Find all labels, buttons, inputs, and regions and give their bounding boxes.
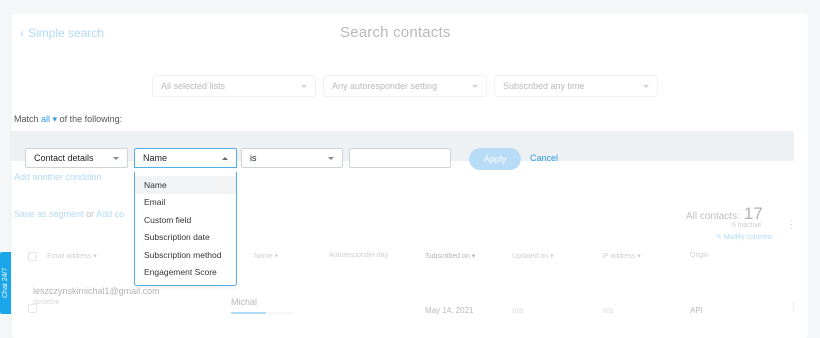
- column-email-label: Email address: [47, 253, 92, 260]
- chevron-down-icon: [472, 84, 478, 88]
- modify-columns-label: Modify columns: [723, 234, 773, 241]
- engagement-bar-fill: [231, 312, 267, 314]
- subscribed-filter[interactable]: Subscribed any time: [494, 75, 658, 97]
- dropdown-option-custom-field[interactable]: Custom field: [135, 211, 236, 229]
- chevron-down-icon: [301, 84, 307, 88]
- chevron-down-icon: [113, 156, 119, 160]
- chat-label: Chat 24/7: [2, 267, 9, 299]
- column-subscribed[interactable]: Subscribed on ▾: [425, 252, 475, 260]
- row-name: Michal: [231, 297, 258, 307]
- chevron-up-icon: [222, 156, 228, 160]
- match-suffix: of the following:: [59, 114, 123, 124]
- field-select[interactable]: Name: [134, 148, 237, 168]
- segment-actions: Save as segment or Add co: [14, 209, 124, 219]
- row-email[interactable]: leszczynskimichal1@gmail.com: [33, 286, 160, 296]
- simple-search-label: Simple search: [28, 26, 105, 40]
- lists-filter[interactable]: All selected lists: [152, 75, 316, 97]
- match-prefix: Match: [14, 114, 39, 124]
- column-origin[interactable]: Origin: [690, 252, 709, 259]
- operator-label: is: [250, 153, 257, 163]
- field-group-label: Contact details: [34, 153, 94, 163]
- modify-columns-link[interactable]: ✎ Modify columns: [716, 233, 772, 241]
- autoresponder-filter[interactable]: Any autoresponder setting: [323, 75, 487, 97]
- column-subscribed-label: Subscribed on: [425, 253, 470, 260]
- field-label: Name: [143, 153, 168, 163]
- cancel-button[interactable]: Cancel: [530, 153, 558, 163]
- column-name-label: Name: [254, 253, 273, 260]
- inactive-count: 6 inactive: [732, 222, 762, 229]
- dropdown-option-email[interactable]: Email: [135, 194, 236, 212]
- row-actions-icon[interactable]: ⋮: [788, 302, 799, 313]
- row-ip: n/a: [602, 306, 614, 315]
- engagement-bar: [231, 312, 295, 314]
- column-updated-label: Updated on: [512, 253, 549, 260]
- row-subscribed: May 14, 2021: [425, 306, 474, 315]
- pencil-icon: ✎: [716, 234, 722, 241]
- chevron-left-icon: ‹: [20, 26, 24, 40]
- more-options-icon[interactable]: ⋮: [786, 220, 797, 231]
- lists-filter-label: All selected lists: [161, 81, 226, 91]
- contacts-count: 17: [743, 204, 763, 223]
- select-all-checkbox[interactable]: [28, 252, 37, 261]
- dropdown-option-subscription-method[interactable]: Subscription method: [135, 246, 236, 264]
- row-origin: API: [690, 306, 703, 315]
- column-email[interactable]: Email address ▾: [47, 252, 97, 260]
- row-updated: n/a: [512, 306, 524, 315]
- dropdown-option-engagement-score[interactable]: Engagement Score: [135, 264, 236, 282]
- autoresponder-filter-label: Any autoresponder setting: [332, 81, 438, 91]
- field-group-select[interactable]: Contact details: [25, 148, 128, 168]
- match-mode-label: all: [41, 114, 51, 124]
- page-title: Search contacts: [340, 24, 451, 41]
- match-rule: Match all ▾ of the following:: [14, 114, 122, 125]
- column-updated[interactable]: Updated on ▾: [512, 252, 554, 260]
- add-condition-link[interactable]: Add another condition: [14, 172, 102, 182]
- column-name[interactable]: Name ▾: [254, 252, 278, 260]
- column-ip[interactable]: IP address ▾: [602, 252, 641, 260]
- dropdown-option-subscription-date[interactable]: Subscription date: [135, 229, 236, 247]
- or-text: or: [86, 209, 95, 219]
- save-segment-link[interactable]: Save as segment: [14, 209, 84, 219]
- apply-button[interactable]: Apply: [469, 148, 521, 170]
- column-ip-label: IP address: [602, 253, 636, 260]
- add-contacts-link[interactable]: Add co: [96, 209, 124, 219]
- row-list: dostebie: [33, 299, 60, 306]
- subscribed-filter-label: Subscribed any time: [503, 81, 585, 91]
- condition-value-input[interactable]: [349, 148, 451, 168]
- all-contacts-label: All contacts:: [686, 211, 740, 222]
- field-dropdown-menu: Name Email Custom field Subscription dat…: [134, 172, 237, 286]
- match-mode-select[interactable]: all ▾: [41, 114, 57, 124]
- operator-select[interactable]: is: [241, 148, 343, 168]
- simple-search-link[interactable]: ‹ Simple search: [20, 26, 104, 40]
- all-contacts-summary: All contacts: 17: [686, 204, 763, 224]
- dropdown-option-name[interactable]: Name: [135, 176, 236, 194]
- table-header: Email address ▾ Name ▾ Autoresponder day…: [14, 252, 796, 266]
- chevron-down-icon: [328, 156, 334, 160]
- chevron-down-icon: [643, 84, 649, 88]
- chat-widget-button[interactable]: Chat 24/7: [0, 252, 11, 314]
- column-autoresponder[interactable]: Autoresponder day: [329, 252, 388, 259]
